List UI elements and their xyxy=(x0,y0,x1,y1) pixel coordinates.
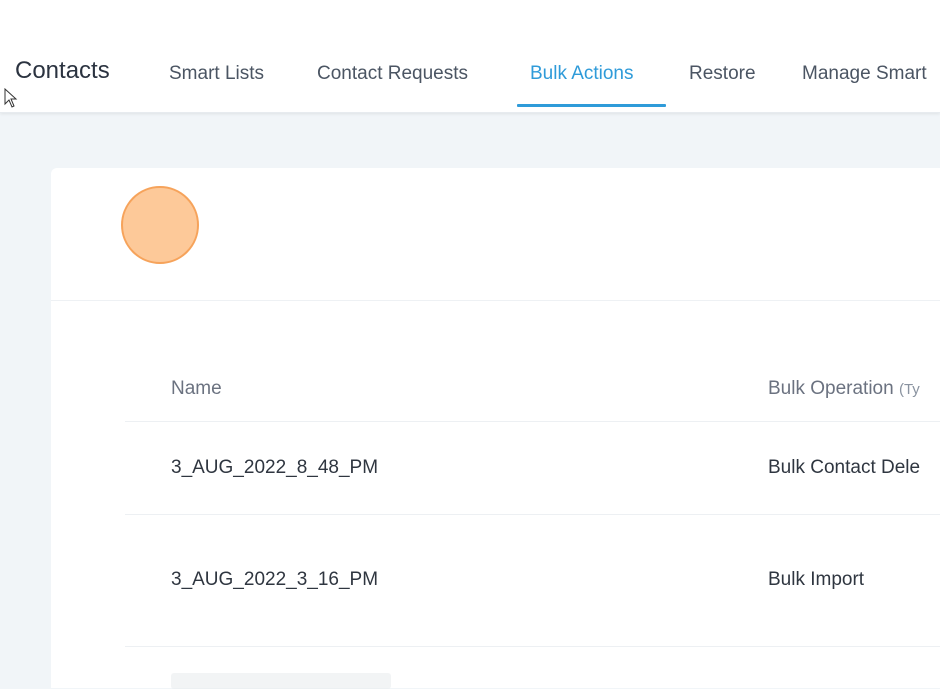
partially-visible-row xyxy=(171,673,391,689)
row-name[interactable]: 3_AUG_2022_8_48_PM xyxy=(171,457,378,479)
card-divider xyxy=(51,300,940,301)
row-divider xyxy=(125,421,940,422)
row-name[interactable]: 3_AUG_2022_3_16_PM xyxy=(171,569,378,591)
column-header-bulk-operation[interactable]: Bulk Operation (Ty xyxy=(768,378,920,400)
tab-manage-smart[interactable]: Manage Smart xyxy=(802,63,927,85)
tab-smart-lists[interactable]: Smart Lists xyxy=(169,63,264,85)
row-operation: Bulk Import xyxy=(768,569,865,590)
tab-bulk-actions[interactable]: Bulk Actions xyxy=(530,63,634,85)
row-divider xyxy=(125,646,940,647)
processing-indicator xyxy=(121,186,199,264)
row-operation: Bulk Contact Dele xyxy=(768,457,921,478)
column-header-name[interactable]: Name xyxy=(171,378,222,400)
tab-contact-requests[interactable]: Contact Requests xyxy=(317,63,468,85)
tab-restore[interactable]: Restore xyxy=(689,63,756,85)
column-header-bulk-operation-label: Bulk Operation xyxy=(768,378,894,399)
row-divider xyxy=(125,514,940,515)
bulk-actions-card: Name Bulk Operation (Ty 3_AUG_2022_8_48_… xyxy=(51,168,940,689)
column-header-hint: (Ty xyxy=(898,381,920,398)
top-nav-bar: Contacts Smart Lists Contact Requests Bu… xyxy=(0,0,940,113)
page-title: Contacts xyxy=(15,57,110,84)
mouse-cursor-icon xyxy=(4,88,18,108)
active-tab-indicator xyxy=(517,104,666,107)
